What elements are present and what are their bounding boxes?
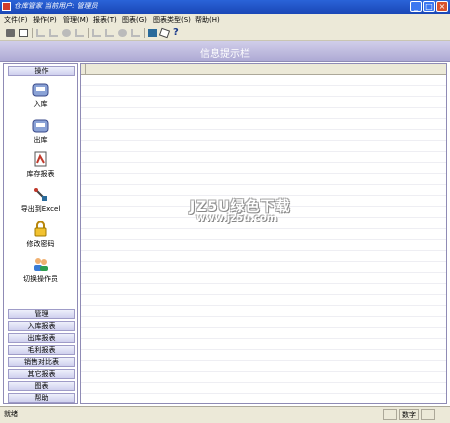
lock-icon [34, 221, 47, 237]
change-password-item[interactable]: 修改密码 [4, 221, 77, 249]
section-sales-compare[interactable]: 销售对比表 [8, 357, 75, 367]
notes-icon[interactable] [158, 27, 171, 39]
print-preview-icon[interactable] [19, 29, 28, 37]
menu-bar: 文件(F) 操作(P) 管理(M) 报表(T) 图表(G) 图表类型(S) 帮助… [0, 14, 450, 26]
navigation-panel: 操作 入库 出库 库存报表 导出到Excel 修改密码 切换操作员 管理 入库报… [3, 63, 78, 404]
menu-chart-type[interactable]: 图表类型(S) [153, 15, 191, 25]
book-icon[interactable] [148, 29, 157, 37]
menu-report[interactable]: 报表(T) [93, 15, 117, 25]
maximize-button[interactable]: □ [423, 1, 435, 12]
minimize-button[interactable]: _ [410, 1, 422, 12]
menu-chart[interactable]: 图表(G) [122, 15, 147, 25]
bar-chart-icon[interactable] [36, 29, 45, 37]
donut-chart-icon[interactable] [118, 29, 127, 37]
close-button[interactable]: × [436, 1, 448, 12]
section-operation[interactable]: 操作 [8, 66, 75, 76]
menu-operation[interactable]: 操作(P) [33, 15, 57, 25]
menu-manage[interactable]: 管理(M) [63, 15, 89, 25]
stock-in-item[interactable]: 入库 [4, 81, 77, 109]
section-gross-profit-report[interactable]: 毛利报表 [8, 345, 75, 355]
inventory-report-label: 库存报表 [26, 170, 55, 178]
stock-out-label: 出库 [33, 136, 48, 144]
area-chart-icon[interactable] [92, 29, 101, 37]
line-chart-icon[interactable] [49, 29, 58, 37]
column-chart-icon[interactable] [75, 29, 84, 37]
switch-operator-item[interactable]: 切换操作员 [4, 256, 77, 284]
status-text: 就绪 [4, 410, 18, 418]
switch-operator-label: 切换操作员 [23, 275, 58, 283]
status-cell-blank [383, 409, 397, 420]
banner-title: 信息提示栏 [200, 49, 250, 60]
menu-file[interactable]: 文件(F) [4, 15, 28, 25]
status-cell-blank-2 [421, 409, 435, 420]
export-excel-label: 导出到Excel [20, 205, 61, 213]
status-bar: 就绪 数字 [0, 406, 450, 423]
menu-help[interactable]: 帮助(H) [195, 15, 220, 25]
scatter-chart-icon[interactable] [131, 29, 140, 37]
export-excel-icon [34, 188, 47, 201]
section-stock-in-report[interactable]: 入库报表 [8, 321, 75, 331]
help-icon[interactable]: ? [173, 28, 182, 38]
pie-chart-icon[interactable] [62, 29, 71, 37]
watermark-url: www.jz5u.com [196, 213, 278, 224]
info-banner: 信息提示栏 [0, 41, 450, 62]
print-icon[interactable] [6, 29, 15, 37]
stock-out-icon [32, 119, 49, 133]
stock-in-label: 入库 [33, 100, 48, 108]
toolbar: ? [0, 26, 450, 41]
grid-header [81, 64, 446, 75]
section-help[interactable]: 帮助 [8, 393, 75, 403]
section-chart[interactable]: 图表 [8, 381, 75, 391]
step-chart-icon[interactable] [105, 29, 114, 37]
stock-in-icon [32, 83, 49, 97]
status-num: 数字 [399, 409, 419, 420]
grid-header-cell [81, 64, 86, 74]
window-title: 仓库管家 当前用户: 管理员 [14, 2, 98, 10]
inventory-report-item[interactable]: 库存报表 [4, 151, 77, 179]
content-grid[interactable] [80, 63, 447, 404]
switch-user-icon [34, 258, 48, 271]
title-bar: 仓库管家 当前用户: 管理员 _ □ × [0, 0, 450, 14]
stock-out-item[interactable]: 出库 [4, 117, 77, 145]
section-manage[interactable]: 管理 [8, 309, 75, 319]
section-other-reports[interactable]: 其它报表 [8, 369, 75, 379]
app-icon [2, 2, 11, 11]
inventory-report-icon [34, 151, 47, 167]
change-password-label: 修改密码 [26, 240, 55, 248]
export-excel-item[interactable]: 导出到Excel [4, 186, 77, 214]
section-stock-out-report[interactable]: 出库报表 [8, 333, 75, 343]
